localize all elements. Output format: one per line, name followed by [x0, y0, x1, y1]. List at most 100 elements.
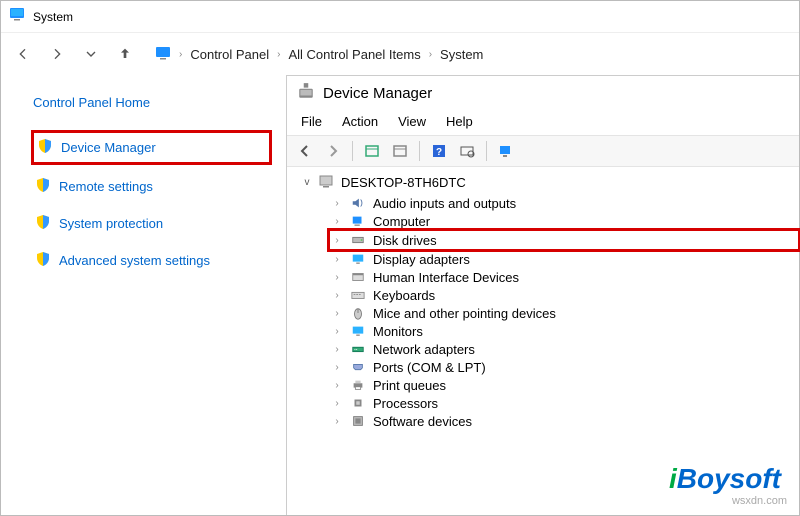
display-icon — [349, 251, 367, 267]
expand-icon[interactable]: › — [331, 326, 343, 337]
tree-node-label: Audio inputs and outputs — [373, 196, 516, 211]
breadcrumb[interactable]: › Control Panel › All Control Panel Item… — [155, 45, 483, 64]
sidebar-item-system-protection[interactable]: System protection — [33, 210, 270, 237]
shield-icon — [35, 251, 51, 270]
expand-icon[interactable]: › — [331, 398, 343, 409]
expand-icon[interactable]: › — [331, 362, 343, 373]
separator — [486, 141, 487, 161]
shield-icon — [37, 138, 53, 157]
sidebar-item-remote-settings[interactable]: Remote settings — [33, 173, 270, 200]
control-panel-home-link[interactable]: Control Panel Home — [33, 95, 270, 110]
chevron-right-icon[interactable]: › — [277, 49, 280, 60]
tree-node-audio[interactable]: › Audio inputs and outputs — [329, 194, 799, 212]
tool-properties-button[interactable] — [388, 140, 412, 162]
tree-node-display[interactable]: › Display adapters — [329, 250, 799, 268]
device-manager-icon — [297, 82, 315, 104]
tree-node-printer[interactable]: › Print queues — [329, 376, 799, 394]
tool-back-button[interactable] — [293, 140, 317, 162]
collapse-icon[interactable]: v — [301, 177, 313, 188]
menu-action[interactable]: Action — [342, 114, 378, 129]
tool-show-hidden-button[interactable] — [360, 140, 384, 162]
menu-help[interactable]: Help — [446, 114, 473, 129]
computer-icon — [349, 213, 367, 229]
software-icon — [349, 413, 367, 429]
mouse-icon — [349, 305, 367, 321]
breadcrumb-item[interactable]: Control Panel — [190, 47, 269, 62]
network-icon — [349, 341, 367, 357]
chevron-right-icon[interactable]: › — [429, 49, 432, 60]
expand-icon[interactable]: › — [331, 216, 343, 227]
menu-bar: File Action View Help — [287, 110, 799, 136]
address-bar: › Control Panel › All Control Panel Item… — [1, 33, 799, 75]
audio-icon — [349, 195, 367, 211]
tree-node-port[interactable]: › Ports (COM & LPT) — [329, 358, 799, 376]
tree-node-label: Keyboards — [373, 288, 435, 303]
sidebar: Control Panel Home Device Manager Remote … — [1, 75, 286, 515]
tree-node-label: Ports (COM & LPT) — [373, 360, 486, 375]
forward-button[interactable] — [43, 40, 71, 68]
expand-icon[interactable]: › — [331, 380, 343, 391]
toolbar: ? — [287, 136, 799, 167]
back-button[interactable] — [9, 40, 37, 68]
separator — [419, 141, 420, 161]
breadcrumb-item[interactable]: All Control Panel Items — [288, 47, 420, 62]
port-icon — [349, 359, 367, 375]
title-bar: System — [1, 1, 799, 33]
up-button[interactable] — [111, 40, 139, 68]
disk-icon — [349, 232, 367, 248]
tool-forward-button[interactable] — [321, 140, 345, 162]
tool-scan-button[interactable] — [455, 140, 479, 162]
menu-view[interactable]: View — [398, 114, 426, 129]
tool-help-button[interactable]: ? — [427, 140, 451, 162]
sidebar-item-advanced-system-settings[interactable]: Advanced system settings — [33, 247, 270, 274]
tree-node-label: Software devices — [373, 414, 472, 429]
expand-icon[interactable]: › — [331, 254, 343, 265]
expand-icon[interactable]: › — [331, 272, 343, 283]
window-title: System — [33, 10, 73, 24]
tree-node-label: Network adapters — [373, 342, 475, 357]
device-tree: v DESKTOP-8TH6DTC › Audio inputs and outp… — [287, 167, 799, 436]
expand-icon[interactable]: › — [331, 290, 343, 301]
device-manager-window: Device Manager File Action View Help ? v… — [286, 75, 799, 515]
hid-icon — [349, 269, 367, 285]
tree-node-network[interactable]: › Network adapters — [329, 340, 799, 358]
tree-node-cpu[interactable]: › Processors — [329, 394, 799, 412]
root-label: DESKTOP-8TH6DTC — [341, 175, 466, 190]
recent-dropdown[interactable] — [77, 40, 105, 68]
tree-node-mouse[interactable]: ›Mice and other pointing devices — [329, 304, 799, 322]
tree-node-label: Display adapters — [373, 252, 470, 267]
system-icon — [9, 6, 25, 27]
separator — [352, 141, 353, 161]
menu-file[interactable]: File — [301, 114, 322, 129]
tree-root[interactable]: v DESKTOP-8TH6DTC — [301, 173, 799, 192]
sidebar-item-device-manager[interactable]: Device Manager — [33, 132, 270, 163]
dm-title: Device Manager — [323, 85, 432, 102]
expand-icon[interactable]: › — [331, 344, 343, 355]
sidebar-item-label: System protection — [59, 216, 163, 231]
iboysoft-logo: iBoysoft — [669, 463, 781, 495]
tool-devices-button[interactable] — [494, 140, 518, 162]
tree-node-disk[interactable]: ›Disk drives — [329, 230, 799, 250]
tree-node-computer[interactable]: ›Computer — [329, 212, 799, 230]
sidebar-item-label: Advanced system settings — [59, 253, 210, 268]
tree-node-label: Print queues — [373, 378, 446, 393]
tree-node-software[interactable]: › Software devices — [329, 412, 799, 430]
expand-icon[interactable]: › — [331, 235, 343, 246]
tree-node-hid[interactable]: ›Human Interface Devices — [329, 268, 799, 286]
printer-icon — [349, 377, 367, 393]
chevron-right-icon[interactable]: › — [179, 49, 182, 60]
monitor-icon — [349, 323, 367, 339]
tree-node-label: Processors — [373, 396, 438, 411]
tree-node-monitor[interactable]: ›Monitors — [329, 322, 799, 340]
system-icon — [155, 45, 171, 64]
sidebar-item-label: Device Manager — [61, 140, 156, 155]
expand-icon[interactable]: › — [331, 308, 343, 319]
breadcrumb-item[interactable]: System — [440, 47, 483, 62]
computer-icon — [319, 173, 335, 192]
tree-node-keyboard[interactable]: › Keyboards — [329, 286, 799, 304]
expand-icon[interactable]: › — [331, 198, 343, 209]
expand-icon[interactable]: › — [331, 416, 343, 427]
shield-icon — [35, 214, 51, 233]
watermark: wsxdn.com — [732, 495, 787, 507]
dm-title-bar: Device Manager — [287, 76, 799, 110]
